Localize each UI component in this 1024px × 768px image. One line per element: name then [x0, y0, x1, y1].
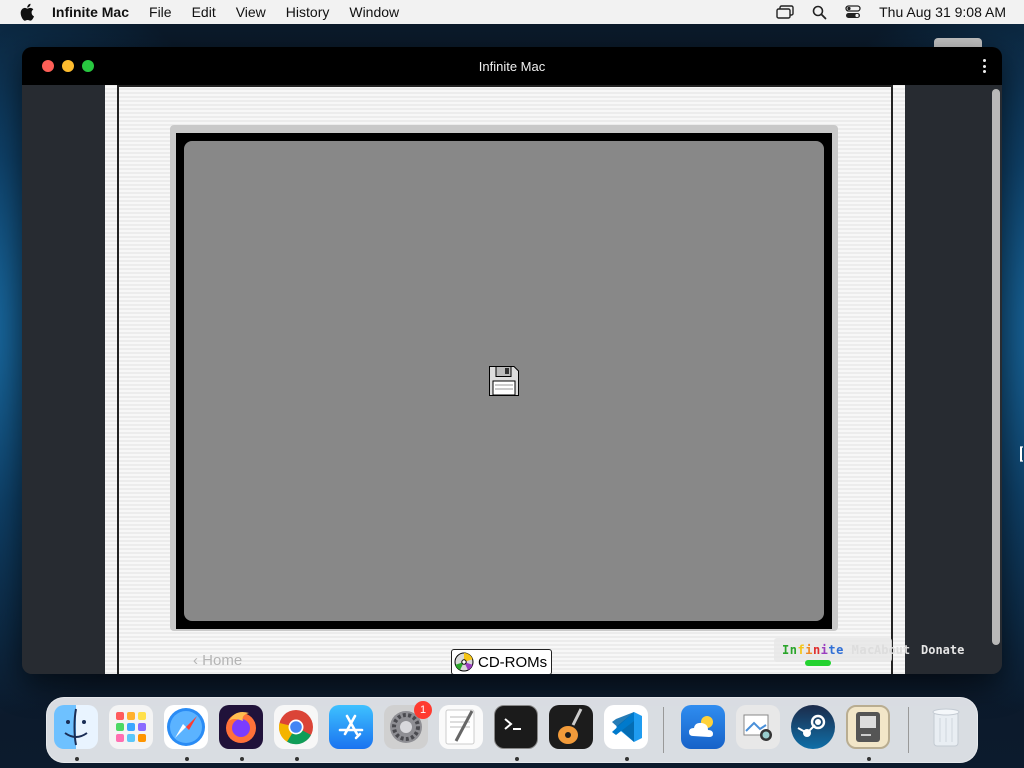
logo-letter: I	[782, 643, 790, 657]
dock-system-settings[interactable]: 1	[384, 701, 432, 751]
dock-trash[interactable]	[924, 705, 970, 751]
garageband-icon	[549, 705, 593, 749]
dock-app-store[interactable]	[329, 705, 375, 751]
cd-rom-icon	[454, 652, 474, 672]
cd-roms-button[interactable]: CD-ROMs	[451, 649, 553, 674]
apple-menu-icon[interactable]	[18, 2, 38, 22]
running-indicator	[867, 757, 871, 761]
logo-letter: e	[836, 643, 844, 657]
app-store-icon	[329, 705, 373, 749]
dock-infinite-mac[interactable]	[846, 705, 892, 761]
infinite-mac-icon	[846, 705, 890, 749]
about-link[interactable]: About	[874, 643, 910, 657]
menu-view[interactable]: View	[236, 4, 266, 20]
donate-link[interactable]: Donate	[921, 643, 964, 657]
logo-letter: a	[859, 643, 868, 657]
running-indicator	[515, 757, 519, 761]
vscode-icon	[604, 705, 648, 749]
running-indicator	[185, 757, 189, 761]
weather-icon	[681, 705, 725, 749]
menu-file[interactable]: File	[149, 4, 172, 20]
running-indicator	[240, 757, 244, 761]
vertical-scrollbar[interactable]	[992, 89, 1000, 645]
infinite-mac-logo-link[interactable]: Infinite Mac	[782, 643, 875, 657]
infinite-mac-window: Infinite Mac ‹ Home CD-ROMs Infinite Mac…	[22, 47, 1002, 674]
dock: 1	[46, 697, 978, 763]
dock-terminal[interactable]	[494, 705, 540, 761]
dock-launchpad[interactable]	[109, 705, 155, 751]
monitor-edge-right	[891, 85, 893, 674]
menu-window[interactable]: Window	[349, 4, 399, 20]
control-center-icon[interactable]	[843, 2, 863, 22]
logo-letter: t	[828, 643, 837, 657]
finder-icon	[54, 705, 98, 749]
dock-firefox[interactable]	[219, 705, 265, 761]
logo-letter: n	[812, 643, 821, 657]
screen-mirroring-icon[interactable]	[775, 2, 795, 22]
menu-clock[interactable]: Thu Aug 31 9:08 AM	[879, 4, 1006, 20]
firefox-icon	[219, 705, 263, 749]
menu-app-name[interactable]: Infinite Mac	[52, 4, 129, 20]
home-link[interactable]: ‹ Home	[193, 652, 242, 669]
menu-bar: Infinite Mac File Edit View History Wind…	[0, 0, 1024, 24]
monitor-edge-left	[117, 85, 119, 674]
spotlight-search-icon[interactable]	[809, 2, 829, 22]
dock-steam[interactable]	[791, 705, 837, 751]
zoom-window-button[interactable]	[82, 60, 94, 72]
dock-preview[interactable]	[736, 705, 782, 751]
more-options-icon[interactable]	[980, 57, 988, 75]
preview-icon	[736, 705, 780, 749]
dock-vscode[interactable]	[604, 705, 650, 761]
dock-garageband[interactable]	[549, 705, 595, 751]
running-indicator	[295, 757, 299, 761]
steam-icon	[791, 705, 835, 749]
trash-icon	[924, 705, 968, 749]
running-indicator	[75, 757, 79, 761]
dock-finder[interactable]	[54, 705, 100, 761]
running-indicator	[625, 757, 629, 761]
monitor-edge-top	[117, 85, 893, 87]
dock-weather[interactable]	[681, 705, 727, 751]
dock-separator	[908, 707, 909, 753]
dock-separator	[663, 707, 664, 753]
logo-letter: i	[805, 643, 813, 657]
notification-badge: 1	[414, 701, 432, 719]
launchpad-icon	[109, 705, 153, 749]
window-content: ‹ Home CD-ROMs Infinite Mac About Donate	[22, 85, 1002, 674]
cd-roms-label: CD-ROMs	[478, 653, 548, 671]
textedit-icon	[439, 705, 483, 749]
menu-edit[interactable]: Edit	[192, 4, 216, 20]
dock-safari[interactable]	[164, 705, 210, 761]
floppy-disk-icon[interactable]	[488, 365, 520, 397]
dock-textedit[interactable]	[439, 705, 485, 751]
monitor-bezel	[170, 125, 838, 631]
terminal-icon	[494, 705, 538, 749]
window-title: Infinite Mac	[478, 58, 546, 74]
footer-links: Infinite Mac About Donate	[774, 638, 980, 666]
safari-icon	[164, 705, 208, 749]
emulator-screen[interactable]	[184, 141, 824, 621]
mouse-cursor-icon	[1020, 446, 1024, 462]
window-titlebar[interactable]: Infinite Mac	[22, 47, 1002, 85]
status-indicator	[805, 660, 831, 666]
menu-history[interactable]: History	[286, 4, 330, 20]
logo-letter	[844, 643, 852, 657]
traffic-lights	[42, 60, 94, 72]
emulated-crt-monitor: ‹ Home CD-ROMs	[105, 85, 905, 674]
chrome-icon	[274, 705, 318, 749]
dock-chrome[interactable]	[274, 705, 320, 761]
minimize-window-button[interactable]	[62, 60, 74, 72]
close-window-button[interactable]	[42, 60, 54, 72]
